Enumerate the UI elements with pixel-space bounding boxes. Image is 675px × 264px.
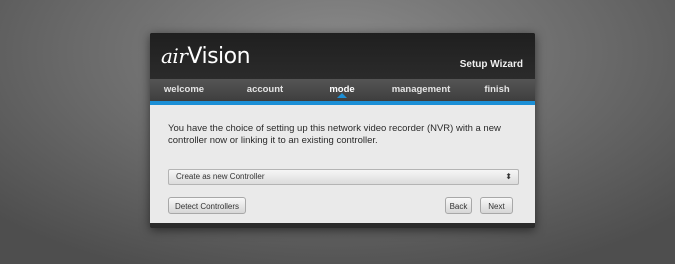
up-down-caret-icon: ⬍ [505, 172, 512, 181]
wizard-content: You have the choice of setting up this n… [150, 105, 535, 223]
mode-intro-text: You have the choice of setting up this n… [168, 123, 501, 146]
controller-mode-select[interactable]: Create as new Controller ⬍ [168, 169, 519, 185]
wizard-title: Setup Wizard [459, 59, 523, 70]
wizard-header: airVision Setup Wizard [150, 33, 535, 79]
step-welcome[interactable]: welcome [155, 79, 213, 101]
controller-mode-value: Create as new Controller [176, 172, 265, 181]
step-account[interactable]: account [236, 79, 294, 101]
detect-controllers-button[interactable]: Detect Controllers [168, 197, 246, 214]
active-step-caret-icon [337, 93, 347, 98]
logo-name: Vision [187, 44, 251, 69]
airvision-logo: airVision [161, 44, 251, 69]
back-button[interactable]: Back [445, 197, 472, 214]
step-finish[interactable]: finish [468, 79, 526, 101]
next-button[interactable]: Next [480, 197, 513, 214]
wizard-steps-nav: welcome account mode management finish [150, 79, 535, 105]
logo-prefix: air [161, 44, 188, 68]
step-management[interactable]: management [376, 79, 466, 101]
setup-wizard-window: airVision Setup Wizard welcome account m… [150, 33, 535, 228]
